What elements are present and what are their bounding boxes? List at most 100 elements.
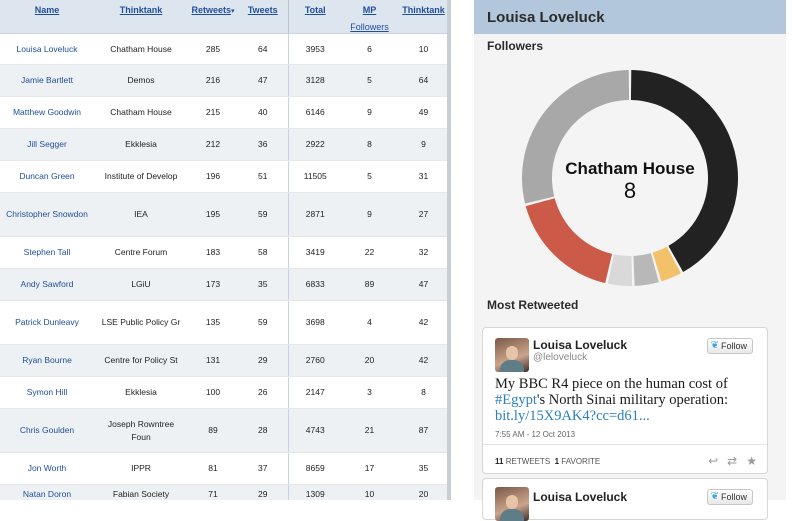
cell-total: 3698 (287, 300, 342, 345)
cell-thinktank-followers: 10 (397, 33, 450, 65)
col-header-thinktank[interactable]: Thinktank (94, 0, 188, 34)
donut-segment[interactable] (525, 198, 613, 284)
cell-mp-followers: 4 (342, 300, 397, 345)
cell-thinktank: LGiU (94, 268, 188, 301)
tweet-url-link[interactable]: bit.ly/15X9AK4?cc=d61... (495, 408, 650, 424)
cell-name[interactable]: Jamie Bartlett (0, 64, 94, 97)
table-row[interactable]: Matthew Goodwin Chatham House 215 40 6146 9 49 (0, 96, 450, 129)
cell-retweets: 215 (188, 96, 238, 129)
cell-retweets: 216 (188, 64, 238, 97)
tweet-author-handle[interactable]: @leloveluck (533, 352, 587, 363)
cell-name[interactable]: Patrick Dunleavy (0, 300, 94, 345)
cell-thinktank: Centre Forum (94, 236, 188, 269)
cell-name[interactable]: Symon Hill (0, 376, 94, 409)
favorite-star-icon[interactable]: ★ (746, 454, 757, 468)
cell-name[interactable]: Jill Segger (0, 128, 94, 161)
col-header-thinktank-followers[interactable]: Thinktank (397, 0, 450, 34)
table-row[interactable]: Jon Worth IPPR 81 37 8659 17 35 (0, 452, 450, 485)
tweet-author-name[interactable]: Louisa Loveluck (533, 490, 627, 504)
cell-thinktank: Chatham House (94, 96, 188, 129)
cell-mp-followers: 6 (342, 33, 397, 65)
cell-name[interactable]: Christopher Snowdon (0, 192, 94, 237)
cell-thinktank-followers: 42 (397, 300, 450, 345)
cell-tweets: 64 (238, 33, 288, 65)
cell-total: 8659 (287, 452, 342, 485)
avatar[interactable] (495, 338, 529, 372)
cell-thinktank-followers: 20 (397, 484, 450, 500)
table-row[interactable]: Chris Goulden Joseph Rowntree Foun 89 28 474… (0, 408, 450, 453)
cell-name[interactable]: Jon Worth (0, 452, 94, 485)
cell-thinktank-followers: 32 (397, 236, 450, 269)
col-header-retweets[interactable]: Retweets▾ (188, 0, 238, 34)
cell-total: 4743 (287, 408, 342, 453)
cell-mp-followers: 3 (342, 376, 397, 409)
follow-button[interactable]: ❦ Follow (706, 338, 753, 354)
col-header-tweets[interactable]: Tweets (238, 0, 288, 34)
cell-retweets: 195 (188, 192, 238, 237)
cell-thinktank-followers: 64 (397, 64, 450, 97)
table-scrollbar[interactable] (447, 0, 451, 500)
table-row[interactable]: Louisa Loveluck Chatham House 285 64 3953 6 10 (0, 33, 450, 65)
tweet-author-name[interactable]: Louisa Loveluck (533, 338, 627, 352)
table-row[interactable]: Stephen Tall Centre Forum 183 58 3419 22 32 (0, 236, 450, 269)
tweet-text: My BBC R4 piece on the human cost of #Eg… (495, 376, 728, 424)
table-row[interactable]: Ryan Bourne Centre for Policy St 131 29 2760… (0, 344, 450, 377)
tweet-card[interactable]: Louisa Loveluck ❦ Follow (482, 478, 768, 521)
cell-thinktank: Ekklesia (94, 376, 188, 409)
cell-retweets: 71 (188, 484, 238, 500)
donut-segment[interactable] (607, 254, 633, 286)
cell-thinktank: Joseph Rowntree Foun (94, 408, 188, 453)
table-row[interactable]: Jamie Bartlett Demos 216 47 3128 5 64 (0, 64, 450, 97)
tweet-timestamp[interactable]: 7:55 AM - 12 Oct 2013 (495, 430, 575, 439)
cell-retweets: 285 (188, 33, 238, 65)
table-row[interactable]: Christopher Snowdon IEA 195 59 2871 9 27 (0, 192, 450, 237)
table-row[interactable]: Duncan Green Institute of Develop 196 51 115… (0, 160, 450, 193)
cell-name[interactable]: Ryan Bourne (0, 344, 94, 377)
followers-title: Followers (487, 39, 544, 53)
cell-name[interactable]: Stephen Tall (0, 236, 94, 269)
cell-thinktank-followers: 27 (397, 192, 450, 237)
cell-mp-followers: 17 (342, 452, 397, 485)
cell-thinktank: IEA (94, 192, 188, 237)
cell-name[interactable]: Duncan Green (0, 160, 94, 193)
cell-name[interactable]: Louisa Loveluck (0, 33, 94, 65)
twitter-bird-icon: ❦ (710, 340, 719, 351)
col-header-followers[interactable]: Followers (342, 22, 397, 32)
tweet-stats: 11 RETWEETS 1 FAVORITE (495, 457, 601, 466)
cell-total: 2147 (287, 376, 342, 409)
col-header-name[interactable]: Name (0, 0, 94, 34)
cell-name[interactable]: Andy Sawford (0, 268, 94, 301)
table-row[interactable]: Natan Doron Fabian Society 71 29 1309 10 20 (0, 484, 450, 500)
cell-total: 11505 (287, 160, 342, 193)
col-header-mp[interactable]: MP Followers (342, 0, 397, 34)
cell-name[interactable]: Matthew Goodwin (0, 96, 94, 129)
cell-name[interactable]: Natan Doron (0, 484, 94, 500)
cell-retweets: 196 (188, 160, 238, 193)
cell-name[interactable]: Chris Goulden (0, 408, 94, 453)
table-row[interactable]: Jill Segger Ekklesia 212 36 2922 8 9 (0, 128, 450, 161)
tweet-card[interactable]: Louisa Loveluck @leloveluck ❦ Follow My … (482, 327, 768, 474)
thinktank-table: Name Thinktank Retweets▾ Tweets Total MP… (0, 0, 450, 500)
cell-mp-followers: 9 (342, 192, 397, 237)
retweet-icon[interactable]: ⇄ (727, 454, 737, 468)
cell-thinktank-followers: 35 (397, 452, 450, 485)
twitter-bird-icon: ❦ (710, 491, 719, 502)
cell-thinktank: Demos (94, 64, 188, 97)
hashtag-link[interactable]: #Egypt (495, 392, 537, 408)
table-row[interactable]: Andy Sawford LGiU 173 35 6833 89 47 (0, 268, 450, 301)
table-row[interactable]: Symon Hill Ekklesia 100 26 2147 3 8 (0, 376, 450, 409)
reply-icon[interactable]: ↩ (708, 454, 718, 468)
cell-tweets: 29 (238, 344, 288, 377)
cell-tweets: 47 (238, 64, 288, 97)
avatar[interactable] (495, 487, 529, 521)
donut-segment[interactable] (522, 70, 630, 204)
cell-mp-followers: 21 (342, 408, 397, 453)
cell-mp-followers: 9 (342, 96, 397, 129)
cell-retweets: 100 (188, 376, 238, 409)
cell-thinktank: Centre for Policy St (94, 344, 188, 377)
cell-retweets: 173 (188, 268, 238, 301)
follow-button[interactable]: ❦ Follow (706, 489, 753, 505)
cell-tweets: 59 (238, 192, 288, 237)
table-row[interactable]: Patrick Dunleavy LSE Public Policy Gr 135 5… (0, 300, 450, 345)
col-header-total[interactable]: Total (287, 0, 342, 34)
